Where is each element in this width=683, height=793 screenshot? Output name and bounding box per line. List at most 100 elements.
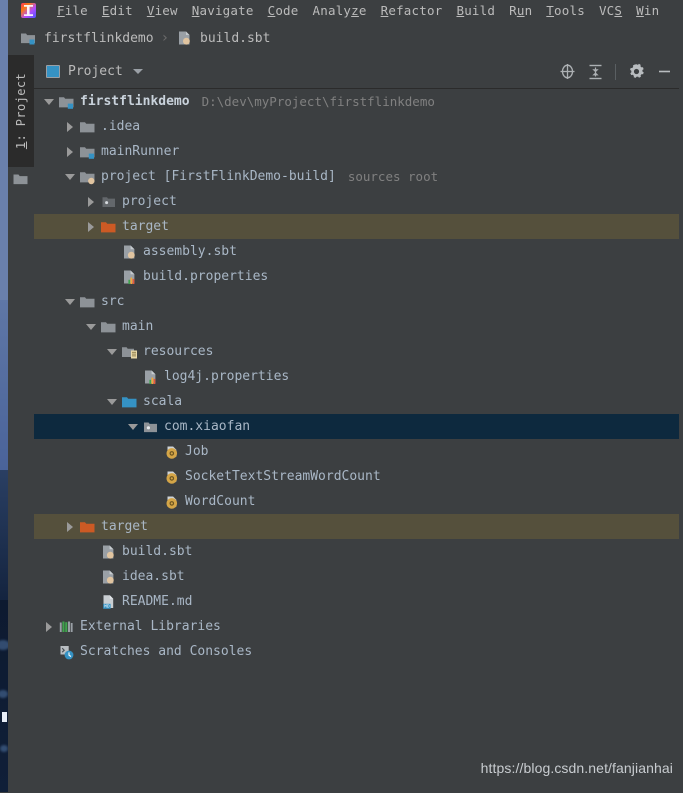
tree-row[interactable]: mainRunner [34,139,683,164]
project-view-selector[interactable]: Project [46,64,143,79]
chevron-right-icon[interactable] [65,121,76,132]
tree-arrow-placeholder [128,371,139,382]
tree-row-label: SocketTextStreamWordCount [185,469,381,484]
chevron-down-icon[interactable] [65,296,76,307]
breadcrumb: firstflinkdemo › build.sbt [8,21,683,55]
module-folder-icon [58,94,75,110]
menu-item-vcs[interactable]: VCS [592,0,629,21]
tree-arrow-placeholder [149,471,160,482]
tree-row[interactable]: build.sbt [34,539,683,564]
project-tree[interactable]: firstflinkdemo D:\dev\myProject\firstflin… [34,89,683,793]
sbt-file-icon [121,244,138,260]
tree-row[interactable]: com.xiaofan [34,414,683,439]
menu-item-refactor[interactable]: Refactor [374,0,450,21]
collapse-all-icon[interactable] [582,59,608,85]
chevron-down-icon[interactable] [128,421,139,432]
chevron-down-icon[interactable] [86,321,97,332]
tree-row[interactable]: project [34,189,683,214]
tree-row[interactable]: log4j.properties [34,364,683,389]
tree-row[interactable]: resources [34,339,683,364]
tree-row[interactable]: firstflinkdemo D:\dev\myProject\firstflin… [34,89,683,114]
tree-row[interactable]: .idea [34,114,683,139]
tree-row-label: mainRunner [101,144,180,159]
sidebar-item-project[interactable]: 1: Project [8,55,34,167]
sbt-file-icon [100,544,117,560]
module-folder-icon [20,30,37,46]
tree-row[interactable]: target [34,214,683,239]
tree-row[interactable]: WordCount [34,489,683,514]
tree-row-label: com.xiaofan [164,419,251,434]
tree-row[interactable]: SocketTextStreamWordCount [34,464,683,489]
tree-row[interactable]: External Libraries [34,614,683,639]
tree-row[interactable]: main [34,314,683,339]
tree-arrow-placeholder [107,246,118,257]
menu-item-analyze[interactable]: Analyze [306,0,374,21]
tree-row[interactable]: assembly.sbt [34,239,683,264]
folder-icon[interactable] [13,173,28,185]
tree-row[interactable]: scala [34,389,683,414]
tree-row-label: target [122,219,169,234]
menu-item-navigate[interactable]: Navigate [185,0,261,21]
scala-object-icon [163,469,180,485]
menu-item-view[interactable]: View [140,0,185,21]
tree-row-label: scala [143,394,183,409]
chevron-down-icon[interactable] [44,96,55,107]
tree-arrow-placeholder [149,496,160,507]
toolbar-divider [615,63,616,80]
breadcrumb-item-file[interactable]: build.sbt [176,30,270,46]
breadcrumb-item-project[interactable]: firstflinkdemo [20,30,154,46]
tree-row-label: resources [143,344,214,359]
scratches-icon [58,644,75,660]
chevron-right-icon[interactable] [65,146,76,157]
sidebar-item-project-label: 1: Project [14,72,28,150]
locate-crosshair-icon[interactable] [554,59,580,85]
menu-item-code[interactable]: Code [261,0,306,21]
tree-row-label: firstflinkdemo [80,94,190,109]
chevron-right-icon[interactable] [44,621,55,632]
folder-icon [100,319,117,335]
svg-text:MD: MD [104,603,110,609]
properties-file-icon [142,369,159,385]
project-panel-actions [554,55,677,88]
tree-row[interactable]: MD README.md [34,589,683,614]
chevron-right-icon[interactable] [86,221,97,232]
chevron-down-icon[interactable] [132,69,143,74]
tree-row[interactable]: idea.sbt [34,564,683,589]
menu-item-file[interactable]: File [50,0,95,21]
chevron-down-icon[interactable] [107,396,118,407]
tree-arrow-placeholder [149,446,160,457]
tree-row-label: log4j.properties [164,369,290,384]
tree-row-label: project [FirstFlinkDemo-build] [101,169,336,184]
chevron-down-icon[interactable] [107,346,118,357]
tree-row-label: target [101,519,148,534]
chevron-right-icon[interactable] [86,196,97,207]
tree-row-label: .idea [101,119,141,134]
tree-row[interactable]: src [34,289,683,314]
scala-object-icon [163,494,180,510]
external-libraries-icon [58,619,75,635]
properties-file-icon [121,269,138,285]
tree-arrow-placeholder [86,571,97,582]
tree-row[interactable]: Job [34,439,683,464]
tree-row[interactable]: Scratches and Consoles [34,639,683,664]
menu-item-edit[interactable]: Edit [95,0,140,21]
folder-icon [79,294,96,310]
tree-row-hint: sources root [347,169,439,184]
minimize-icon[interactable] [651,59,677,85]
menu-item-tools[interactable]: Tools [539,0,592,21]
scroll-gutter[interactable] [679,55,683,792]
tree-row-label: README.md [122,594,193,609]
menu-item-build[interactable]: Build [449,0,502,21]
menu-item-run[interactable]: Run [502,0,539,21]
project-panel-header: Project [34,55,683,89]
chevron-down-icon[interactable] [65,171,76,182]
left-tool-stripe: 1: Project [8,55,35,792]
tree-row[interactable]: target [34,514,683,539]
markdown-file-icon: MD [100,594,117,610]
gear-icon[interactable] [623,59,649,85]
chevron-right-icon[interactable] [65,521,76,532]
tree-row[interactable]: project [FirstFlinkDemo-build] sources ro… [34,164,683,189]
menu-item-win[interactable]: Win [629,0,666,21]
tree-row[interactable]: build.properties [34,264,683,289]
tree-row-label: External Libraries [80,619,221,634]
